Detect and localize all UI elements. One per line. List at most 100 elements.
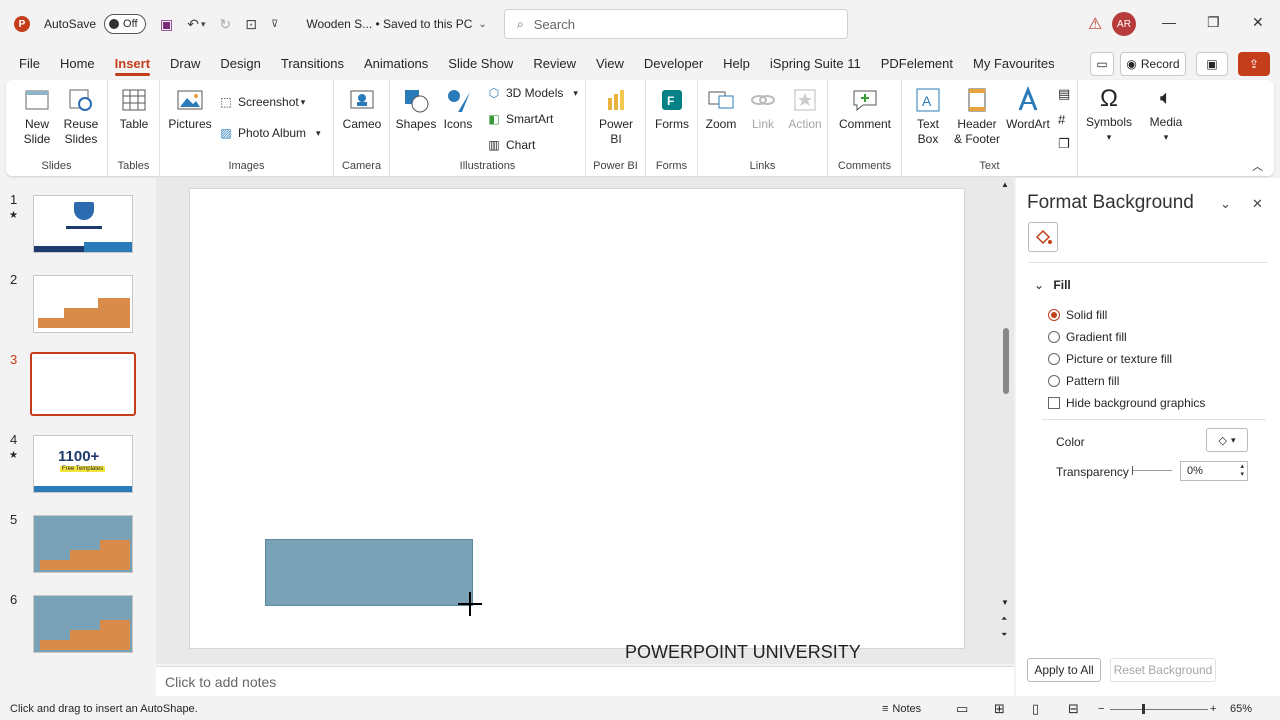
- undo-dropdown-icon[interactable]: ▾: [201, 19, 206, 30]
- tab-transitions[interactable]: Transitions: [271, 48, 354, 78]
- text-box-button[interactable]: A Text Box: [910, 86, 946, 147]
- screenshot-button[interactable]: ⬚ Screenshot ▾: [218, 94, 305, 110]
- zoom-out-icon[interactable]: −: [1098, 698, 1104, 720]
- transparency-input[interactable]: 0% ▴ ▾: [1180, 461, 1248, 481]
- date-time-icon[interactable]: ▤: [1058, 86, 1070, 102]
- media-button[interactable]: 🔈︎ Media ▾: [1144, 84, 1188, 145]
- object-icon[interactable]: ❐: [1058, 136, 1070, 152]
- tab-review[interactable]: Review: [523, 48, 586, 78]
- smartart-button[interactable]: ◧ SmartArt: [486, 111, 553, 127]
- hide-background-option[interactable]: Hide background graphics: [1048, 396, 1205, 410]
- present-icon[interactable]: ⊡: [245, 16, 257, 33]
- pictures-button[interactable]: Pictures: [168, 86, 212, 132]
- forms-button[interactable]: F Forms: [652, 86, 692, 132]
- slide-thumbnail-5[interactable]: [33, 515, 133, 573]
- comment-button[interactable]: Comment: [838, 86, 892, 132]
- fill-section-header[interactable]: ⌄ Fill: [1034, 278, 1071, 292]
- present-teams-button[interactable]: ▣: [1196, 52, 1228, 76]
- slider-handle[interactable]: [1132, 466, 1133, 475]
- pattern-fill-option[interactable]: Pattern fill: [1048, 374, 1119, 388]
- shapes-button[interactable]: Shapes: [396, 86, 436, 132]
- restore-icon[interactable]: ❐: [1207, 14, 1220, 31]
- tab-animations[interactable]: Animations: [354, 48, 438, 78]
- close-icon[interactable]: ✕: [1252, 14, 1264, 31]
- scroll-up-icon[interactable]: ▲: [1001, 180, 1009, 189]
- checkbox[interactable]: [1048, 397, 1060, 409]
- slide-thumbnail-2[interactable]: [33, 275, 133, 333]
- record-button[interactable]: ◉ Record: [1120, 52, 1186, 76]
- tab-developer[interactable]: Developer: [634, 48, 713, 78]
- photo-album-button[interactable]: ▨ Photo Album ▾: [218, 125, 320, 141]
- pane-options-icon[interactable]: ⌄: [1220, 196, 1231, 212]
- spinner-icon[interactable]: ▴ ▾: [1240, 463, 1244, 479]
- slideshow-icon[interactable]: ⊟: [1068, 698, 1079, 720]
- tab-my-favourites[interactable]: My Favourites: [963, 48, 1065, 78]
- reading-view-icon[interactable]: ▯: [1032, 698, 1039, 720]
- search-input[interactable]: ⌕ Search: [504, 9, 848, 39]
- reuse-slides-button[interactable]: Reuse Slides: [58, 86, 104, 147]
- zoom-button[interactable]: Zoom: [704, 86, 738, 132]
- picture-fill-option[interactable]: Picture or texture fill: [1048, 352, 1172, 366]
- zoom-level[interactable]: 65%: [1230, 698, 1252, 720]
- notes-toggle[interactable]: ≡ Notes: [882, 698, 921, 720]
- redo-icon[interactable]: ↻: [220, 16, 232, 33]
- gradient-fill-option[interactable]: Gradient fill: [1048, 330, 1127, 344]
- tab-pdfelement[interactable]: PDFelement: [871, 48, 963, 78]
- symbols-button[interactable]: Ω Symbols ▾: [1086, 84, 1132, 145]
- power-bi-button[interactable]: Power BI: [594, 86, 638, 147]
- tab-draw[interactable]: Draw: [160, 48, 210, 78]
- collapse-ribbon-icon[interactable]: ︿: [1252, 158, 1263, 174]
- zoom-slider[interactable]: [1110, 704, 1208, 714]
- warning-icon[interactable]: ⚠: [1088, 14, 1102, 34]
- previous-slide-icon[interactable]: ⏶: [1001, 614, 1007, 624]
- 3d-models-button[interactable]: ⬡ 3D Models ▾: [486, 85, 578, 101]
- slide-number-icon[interactable]: #: [1058, 112, 1065, 127]
- scroll-down-icon[interactable]: ▼: [1001, 598, 1009, 607]
- share-button[interactable]: ⇪: [1238, 52, 1270, 76]
- slide-sorter-icon[interactable]: ⊞: [994, 698, 1005, 720]
- tab-ispring[interactable]: iSpring Suite 11: [760, 48, 871, 78]
- slide-footer-text[interactable]: POWERPOINT UNIVERSITY: [625, 642, 861, 663]
- customize-qat-icon[interactable]: ⊽: [271, 19, 278, 30]
- icons-button[interactable]: Icons: [438, 86, 478, 132]
- undo-icon[interactable]: ↶: [187, 16, 199, 33]
- slide-thumbnail-4[interactable]: 1100+ Free Templates: [33, 435, 133, 493]
- chart-button[interactable]: ▥ Chart: [486, 137, 535, 153]
- zoom-slider-handle[interactable]: [1142, 704, 1145, 714]
- autosave-toggle[interactable]: Off: [104, 14, 147, 34]
- vertical-scrollbar[interactable]: ▲ ▼ ⏶ ⏷: [1000, 180, 1012, 650]
- cameo-button[interactable]: Cameo: [342, 86, 382, 132]
- transparency-slider[interactable]: [1132, 466, 1172, 475]
- radio[interactable]: [1048, 353, 1060, 365]
- tab-home[interactable]: Home: [50, 48, 105, 78]
- pane-close-icon[interactable]: ✕: [1252, 196, 1263, 212]
- tab-design[interactable]: Design: [210, 48, 270, 78]
- tab-slide-show[interactable]: Slide Show: [438, 48, 523, 78]
- color-picker[interactable]: ◇ ▾: [1206, 428, 1248, 452]
- radio-selected[interactable]: [1048, 309, 1060, 321]
- minimize-icon[interactable]: —: [1162, 14, 1176, 30]
- wordart-button[interactable]: WordArt: [1006, 86, 1050, 132]
- action-button[interactable]: Action: [786, 86, 824, 132]
- solid-fill-option[interactable]: Solid fill: [1048, 308, 1107, 322]
- tab-file[interactable]: File: [9, 48, 50, 78]
- radio[interactable]: [1048, 331, 1060, 343]
- save-icon[interactable]: ▣: [160, 16, 173, 33]
- reset-background-button[interactable]: Reset Background: [1110, 658, 1216, 682]
- radio[interactable]: [1048, 375, 1060, 387]
- slide-thumbnail-3[interactable]: [30, 352, 136, 416]
- normal-view-icon[interactable]: ▭: [956, 698, 968, 720]
- next-slide-icon[interactable]: ⏷: [1001, 630, 1007, 640]
- tab-view[interactable]: View: [586, 48, 634, 78]
- apply-to-all-button[interactable]: Apply to All: [1027, 658, 1101, 682]
- notes-input[interactable]: Click to add notes: [156, 666, 1014, 696]
- slide-thumbnail-1[interactable]: [33, 195, 133, 253]
- slide-thumbnail-6[interactable]: [33, 595, 133, 653]
- chevron-down-icon[interactable]: ⌄: [478, 19, 486, 30]
- avatar[interactable]: AR: [1112, 12, 1136, 36]
- tab-help[interactable]: Help: [713, 48, 760, 78]
- scroll-thumb[interactable]: [1003, 328, 1009, 394]
- fill-bucket-icon[interactable]: [1028, 222, 1058, 252]
- new-slide-button[interactable]: New Slide: [16, 86, 58, 147]
- document-title[interactable]: Wooden S... • Saved to this PC: [306, 17, 472, 31]
